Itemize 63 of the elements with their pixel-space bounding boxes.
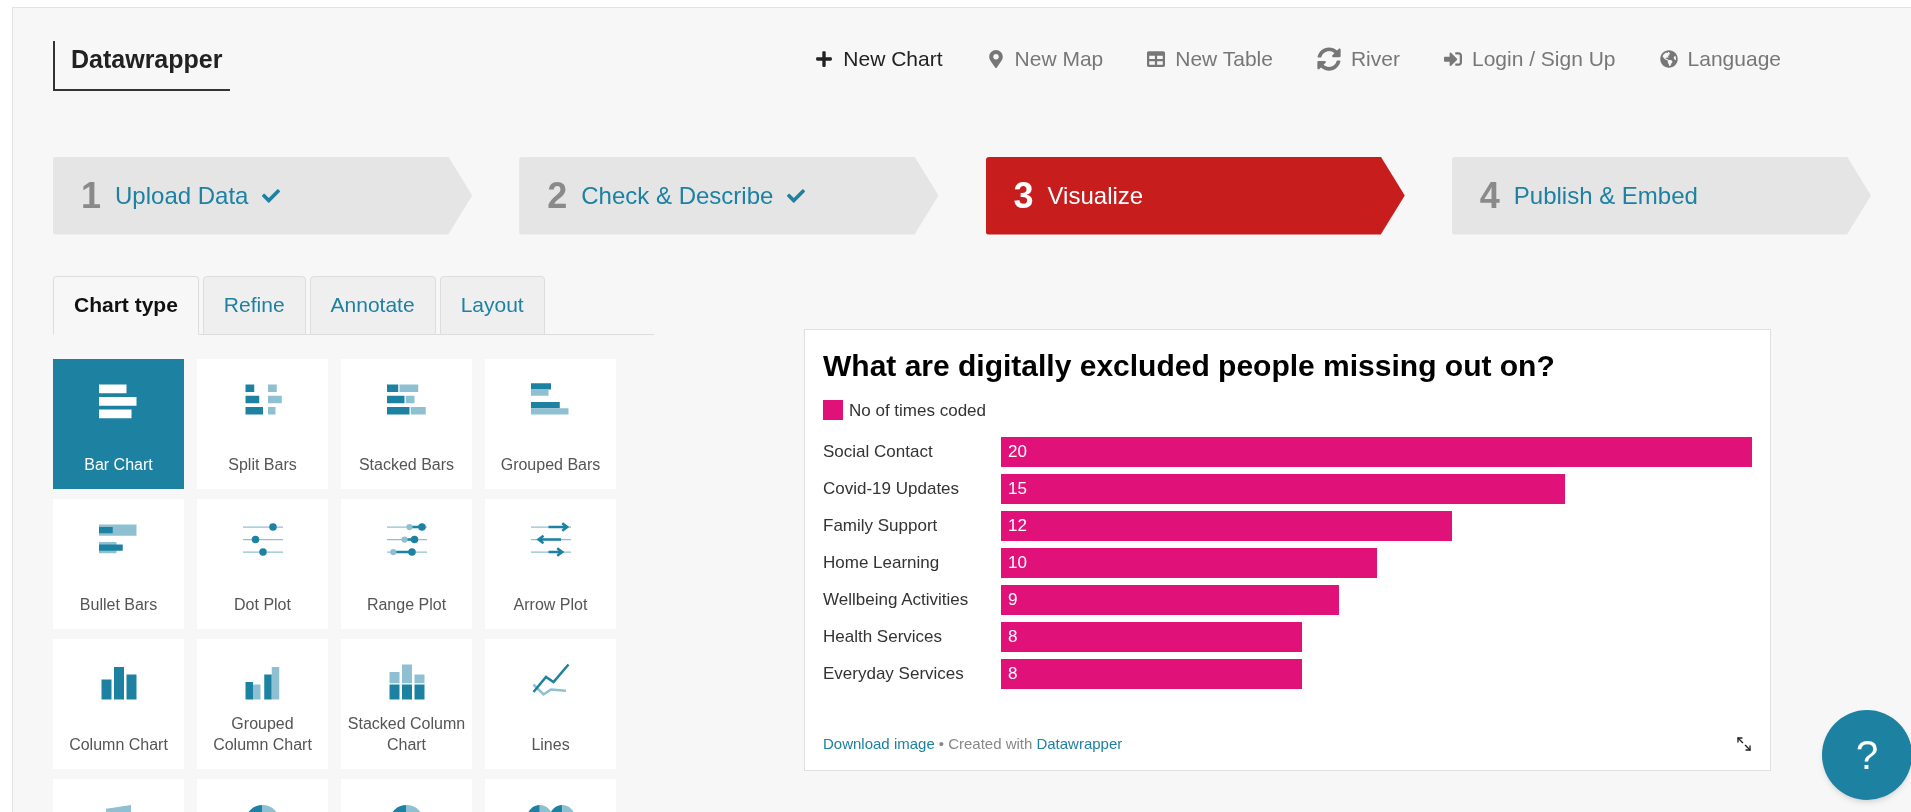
nav-link[interactable]: Language bbox=[1659, 43, 1781, 75]
nav-link[interactable]: New Map bbox=[986, 43, 1104, 75]
step-label: Publish & Embed bbox=[1513, 180, 1698, 211]
chart-title: What are digitally excluded people missing out on? bbox=[823, 347, 1556, 384]
globe-icon bbox=[1659, 49, 1678, 68]
nav-link[interactable]: New Table bbox=[1147, 43, 1273, 75]
tab[interactable]: Annotate bbox=[309, 275, 436, 335]
bar-label: Health Services bbox=[823, 626, 944, 649]
step-number: 4 bbox=[1479, 173, 1500, 218]
circular-arrows-icon bbox=[1316, 46, 1341, 71]
bar-label: Family Support bbox=[823, 515, 939, 538]
step-number: 1 bbox=[81, 173, 102, 218]
bar-label: Everyday Services bbox=[823, 663, 965, 686]
chart-type-tile[interactable]: Bar Chart bbox=[53, 358, 184, 489]
step-label: Check & Describe bbox=[581, 180, 774, 211]
check-icon bbox=[262, 186, 281, 205]
logo[interactable]: Datawrapper bbox=[53, 41, 231, 91]
bar-value: 10 bbox=[1008, 552, 1027, 575]
nav-link[interactable]: River bbox=[1316, 43, 1400, 75]
resize-icon[interactable] bbox=[1736, 736, 1752, 753]
table-icon bbox=[1147, 49, 1166, 68]
bar-value: 9 bbox=[1008, 589, 1018, 612]
legend-label: No of times coded bbox=[849, 399, 986, 422]
chart-type-tile[interactable]: Dot Plot bbox=[197, 498, 328, 629]
step-number: 3 bbox=[1013, 173, 1034, 218]
plus-icon bbox=[815, 49, 834, 68]
chart-type-tile[interactable]: Bullet Bars bbox=[53, 498, 184, 629]
bar-value: 15 bbox=[1008, 478, 1027, 501]
sign-in-icon bbox=[1443, 49, 1462, 68]
bar-value: 8 bbox=[1008, 663, 1018, 686]
bar-label: Wellbeing Activities bbox=[823, 589, 970, 612]
chart-type-tile[interactable]: Column Chart bbox=[53, 638, 184, 769]
footer-text: • Created with bbox=[938, 734, 1033, 754]
tab[interactable]: Chart type bbox=[53, 275, 199, 335]
bar-value: 12 bbox=[1008, 515, 1027, 538]
chart-type-tile[interactable]: Arrow Plot bbox=[485, 498, 616, 629]
step-tab[interactable]: 2 Check & Describe bbox=[519, 156, 939, 235]
chart-type-tile[interactable]: Stacked Bars bbox=[341, 358, 472, 489]
nav-link[interactable]: Login / Sign Up bbox=[1443, 43, 1616, 75]
step-label: Upload Data bbox=[115, 180, 249, 211]
chart-type-tile[interactable]: Grouped Bars bbox=[485, 358, 616, 489]
step-number: 2 bbox=[547, 173, 568, 218]
bar-label: Home Learning bbox=[823, 552, 941, 575]
map-pin-icon bbox=[986, 49, 1005, 68]
bar-label: Covid-19 Updates bbox=[823, 478, 961, 501]
check-icon bbox=[787, 186, 806, 205]
step-label: Visualize bbox=[1047, 180, 1144, 211]
chart-type-tile[interactable]: Grouped Column Chart bbox=[197, 638, 328, 769]
download-link[interactable]: Download image bbox=[823, 733, 935, 756]
chart-type-tile[interactable]: Split Bars bbox=[197, 358, 328, 489]
bar-value: 20 bbox=[1008, 441, 1027, 464]
step-tab[interactable]: 1 Upload Data bbox=[53, 156, 473, 235]
nav-link[interactable]: New Chart bbox=[815, 43, 943, 75]
chart-type-tile[interactable]: Range Plot bbox=[341, 498, 472, 629]
bar-label: Social Contact bbox=[823, 441, 934, 464]
chart-type-tile[interactable]: Stacked Column Chart bbox=[341, 638, 472, 769]
datawrapper-link[interactable]: Datawrapper bbox=[1036, 733, 1123, 756]
step-tab[interactable]: 4 Publish & Embed bbox=[1451, 156, 1871, 235]
tab[interactable]: Refine bbox=[202, 275, 306, 335]
bar-value: 8 bbox=[1008, 626, 1018, 649]
chart-type-tile[interactable]: Lines bbox=[485, 638, 616, 769]
tab[interactable]: Layout bbox=[439, 275, 545, 335]
step-tab[interactable]: 3 Visualize bbox=[985, 156, 1405, 235]
